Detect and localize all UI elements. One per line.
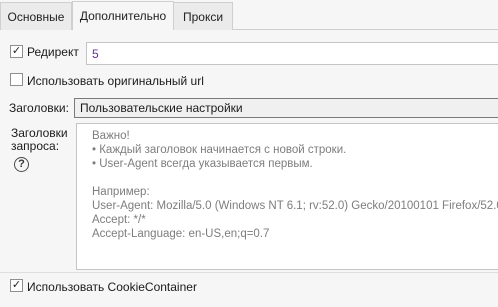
original-url-label: Использовать оригинальный url [27,74,204,88]
placeholder-line: • User-Agent всегда указывается первым. [92,158,313,170]
placeholder-line: Accept: */* [92,214,146,226]
placeholder-line [92,171,498,185]
cookie-container-label: Использовать CookieContainer [27,280,197,294]
request-headers-label-line2: запроса: [11,139,60,153]
placeholder-line: User-Agent: Mozilla/5.0 (Windows NT 6.1;… [92,200,498,212]
cookie-container-checkbox[interactable]: ✓ [10,279,23,292]
placeholder-line: Accept-Language: en-US,en;q=0.7 [92,228,270,240]
original-url-checkbox[interactable] [10,73,23,86]
tab-advanced[interactable]: Дополнительно [72,1,174,30]
request-headers-textarea[interactable]: Важно! • Каждый заголовок начинается с н… [76,123,498,270]
divider [0,272,498,273]
redirect-checkbox[interactable]: ✓ [10,45,23,58]
redirect-label: Редирект [27,45,79,59]
headers-dropdown[interactable]: Пользовательские настройки [74,98,498,118]
placeholder-line: Например: [92,186,150,198]
help-icon[interactable]: ? [14,157,29,172]
tab-proxy[interactable]: Прокси [173,2,233,30]
request-headers-label-line1: Заголовки [11,126,68,140]
tab-bar: Основные Дополнительно Прокси [0,0,498,30]
placeholder-line: • Каждый заголовок начинается с новой ст… [92,144,347,156]
redirect-count-field[interactable]: 5 [86,42,498,65]
placeholder-line: Важно! [92,130,130,142]
tab-main[interactable]: Основные [0,2,72,30]
headers-label: Заголовки: [9,101,69,115]
